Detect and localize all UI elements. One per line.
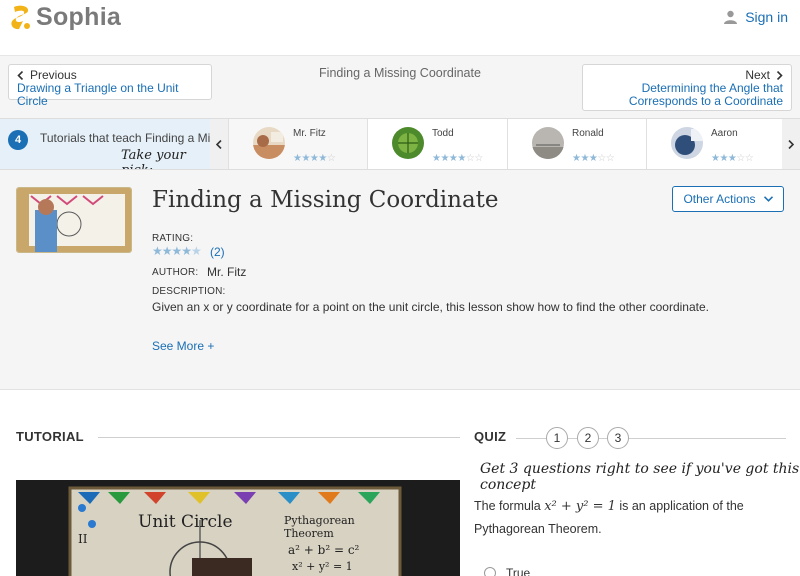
chevron-left-icon (17, 70, 24, 80)
chevron-down-icon (763, 196, 773, 202)
see-more-link[interactable]: See More + (152, 339, 214, 353)
sophia-logo-icon (11, 5, 30, 29)
video-board-formula-2: x² + y² = 1 (292, 560, 353, 573)
previous-lesson-title: Drawing a Triangle on the Unit Circle (17, 81, 179, 108)
author-label: AUTHOR: (152, 267, 199, 278)
quiz-step-2[interactable]: 2 (577, 427, 599, 449)
video-board-title: Unit Circle (138, 512, 233, 532)
video-frame (16, 480, 460, 576)
rating-stars[interactable]: ★★★★★ (152, 244, 202, 258)
quiz-heading: QUIZ (474, 429, 507, 444)
next-row: Next (591, 68, 783, 82)
tutorial-heading: TUTORIAL (16, 429, 84, 444)
video-board-quadrant: II (78, 532, 88, 546)
quiz-option-true[interactable]: True (484, 566, 530, 576)
brand-name: Sophia (36, 3, 122, 31)
quiz-step-3[interactable]: 3 (607, 427, 629, 449)
teacher-name: Aaron (711, 128, 738, 139)
current-lesson-title: Finding a Missing Coordinate (319, 66, 481, 80)
teacher-rating-stars: ★★★☆☆ (572, 153, 615, 164)
tutorial-video-player[interactable]: Unit Circle II Pythagorean Theorem a² + … (16, 480, 460, 576)
tutorial-count-badge: 4 (8, 130, 28, 150)
user-icon (724, 10, 738, 24)
other-actions-label: Other Actions (683, 192, 756, 206)
previous-row: Previous (17, 68, 203, 82)
lesson-thumbnail[interactable] (16, 187, 132, 253)
quiz-question-prefix: The formula (474, 499, 541, 513)
description-label: DESCRIPTION: (152, 286, 226, 297)
teacher-rating-stars: ★★★☆☆ (711, 153, 754, 164)
tutorial-picker-info: 4 Tutorials that teach Finding a Missing… (0, 119, 210, 169)
radio-button[interactable] (484, 567, 496, 576)
rating-label: RATING: (152, 233, 194, 244)
tutorial-card-mr-fitz[interactable]: Mr. Fitz ★★★★☆ (228, 119, 368, 169)
next-lesson-button[interactable]: Next Determining the Angle that Correspo… (582, 64, 792, 111)
video-board-subtitle: Pythagorean Theorem (284, 514, 355, 540)
teacher-avatar (671, 127, 703, 159)
teacher-name: Ronald (572, 128, 604, 139)
rating-count-link[interactable]: (2) (210, 245, 225, 259)
sophia-logo[interactable]: Sophia (10, 3, 121, 32)
author-name: Mr. Fitz (207, 265, 247, 279)
teacher-name: Mr. Fitz (293, 128, 326, 139)
lesson-details: Finding a Missing Coordinate Other Actio… (0, 170, 800, 390)
quiz-option-label: True (506, 566, 531, 576)
tutorial-card-aaron[interactable]: Aaron ★★★☆☆ (646, 119, 786, 169)
tutorial-count-text: Tutorials that teach Finding a Missing C… (40, 131, 210, 145)
sign-in-label: Sign in (745, 9, 788, 25)
next-lesson-title-line2: Corresponds to a Coordinate (628, 94, 783, 108)
teacher-rating-stars: ★★★★☆☆ (432, 153, 483, 164)
tutorial-scroll-right-button[interactable] (782, 119, 800, 169)
quiz-step-1[interactable]: 1 (546, 427, 568, 449)
lesson-description: Given an x or y coordinate for a point o… (152, 300, 709, 314)
chevron-left-icon (216, 139, 222, 149)
quiz-question-formula: x² + y² = 1 (544, 499, 616, 514)
site-header: Sophia Sign in (0, 0, 800, 56)
sign-in-link[interactable]: Sign in (724, 9, 788, 25)
quiz-instruction: Get 3 questions right to see if you've g… (480, 461, 800, 493)
tutorial-card-todd[interactable]: Todd ★★★★☆☆ (367, 119, 507, 169)
tutorial-divider (98, 437, 460, 438)
teacher-avatar (392, 127, 424, 159)
tutorial-scroll-left-button[interactable] (210, 119, 228, 169)
video-board-formula: a² + b² = c² (288, 543, 360, 557)
teacher-name: Todd (432, 128, 454, 139)
chevron-right-icon (776, 70, 783, 80)
previous-lesson-button[interactable]: Previous Drawing a Triangle on the Unit … (8, 64, 212, 108)
tutorial-picker: 4 Tutorials that teach Finding a Missing… (0, 118, 800, 170)
teacher-avatar (532, 127, 564, 159)
chevron-right-icon (788, 139, 794, 149)
quiz-question: The formula x² + y² = 1 is an applicatio… (474, 495, 784, 540)
lesson-navigation: Previous Drawing a Triangle on the Unit … (0, 56, 800, 118)
lesson-title: Finding a Missing Coordinate (152, 187, 499, 213)
take-your-pick-label: Take your pick: (121, 148, 186, 169)
teacher-avatar (253, 127, 285, 159)
next-label: Next (745, 68, 770, 82)
other-actions-button[interactable]: Other Actions (672, 186, 784, 212)
previous-label: Previous (30, 68, 77, 82)
tutorial-card-ronald[interactable]: Ronald ★★★☆☆ (507, 119, 647, 169)
teacher-rating-stars: ★★★★☆ (293, 153, 336, 164)
